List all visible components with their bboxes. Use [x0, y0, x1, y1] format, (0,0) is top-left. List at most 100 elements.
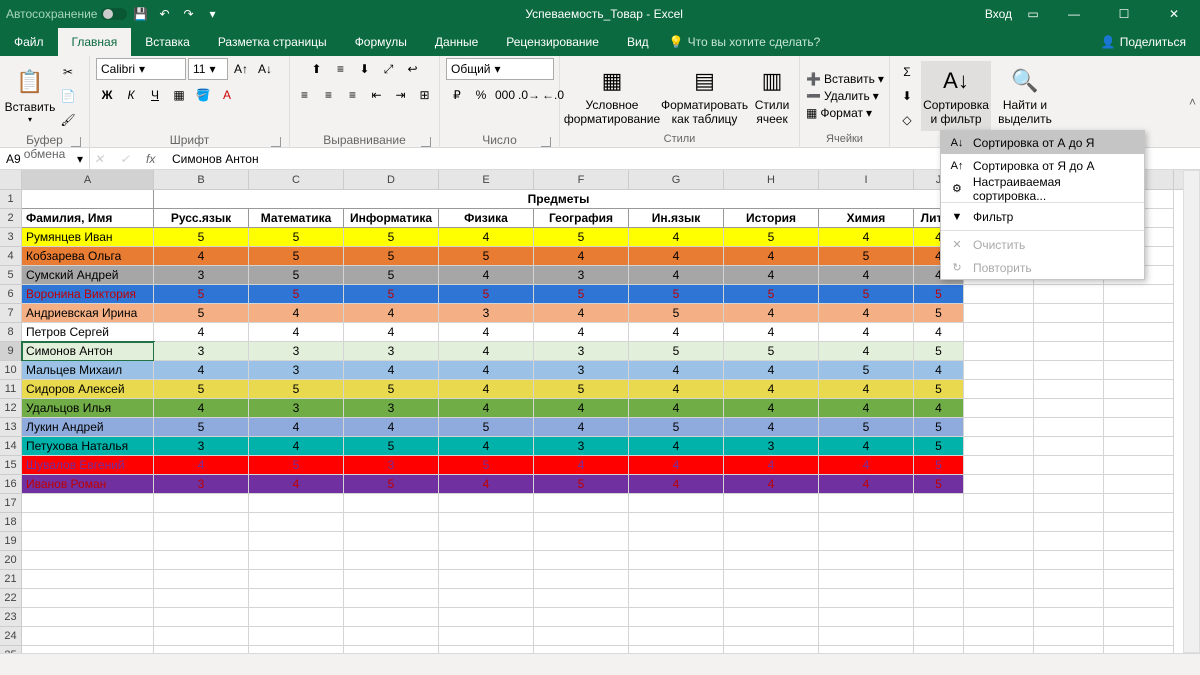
- empty-cell[interactable]: [344, 627, 439, 646]
- empty-cell[interactable]: [1034, 570, 1104, 589]
- data-cell[interactable]: 5: [439, 456, 534, 475]
- empty-cell[interactable]: [1034, 475, 1104, 494]
- empty-cell[interactable]: [344, 532, 439, 551]
- empty-cell[interactable]: [1034, 456, 1104, 475]
- empty-cell[interactable]: [819, 589, 914, 608]
- comma-icon[interactable]: 000: [494, 84, 516, 106]
- empty-cell[interactable]: [964, 380, 1034, 399]
- empty-cell[interactable]: [1104, 513, 1174, 532]
- empty-cell[interactable]: [724, 627, 819, 646]
- data-cell[interactable]: 5: [914, 380, 964, 399]
- empty-cell[interactable]: [629, 494, 724, 513]
- maximize-icon[interactable]: ☐: [1104, 0, 1144, 28]
- data-cell[interactable]: 4: [629, 266, 724, 285]
- empty-cell[interactable]: [1104, 589, 1174, 608]
- empty-cell[interactable]: [154, 627, 249, 646]
- menu-sort-az[interactable]: A↓Сортировка от А до Я: [941, 131, 1144, 154]
- tab-layout[interactable]: Разметка страницы: [204, 28, 341, 56]
- empty-cell[interactable]: [439, 589, 534, 608]
- empty-cell[interactable]: [724, 589, 819, 608]
- empty-cell[interactable]: [629, 532, 724, 551]
- data-cell[interactable]: Сидоров Алексей: [22, 380, 154, 399]
- empty-cell[interactable]: [1034, 361, 1104, 380]
- data-cell[interactable]: 4: [819, 304, 914, 323]
- data-cell[interactable]: 4: [819, 266, 914, 285]
- data-cell[interactable]: 5: [819, 418, 914, 437]
- data-cell[interactable]: Лукин Андрей: [22, 418, 154, 437]
- data-cell[interactable]: 5: [914, 418, 964, 437]
- row-header[interactable]: 5: [0, 266, 22, 285]
- data-cell[interactable]: 4: [629, 361, 724, 380]
- fill-icon[interactable]: ⬇: [896, 85, 918, 107]
- data-cell[interactable]: 4: [914, 399, 964, 418]
- empty-cell[interactable]: [914, 589, 964, 608]
- col-header[interactable]: B: [154, 170, 249, 189]
- row-header[interactable]: 15: [0, 456, 22, 475]
- empty-cell[interactable]: [439, 627, 534, 646]
- header-cell[interactable]: Ин.язык: [629, 209, 724, 228]
- empty-cell[interactable]: [724, 608, 819, 627]
- data-cell[interactable]: 4: [629, 456, 724, 475]
- save-icon[interactable]: 💾: [129, 3, 151, 25]
- tell-me[interactable]: 💡Что вы хотите сделать?: [669, 35, 821, 49]
- data-cell[interactable]: 5: [154, 285, 249, 304]
- empty-cell[interactable]: [724, 570, 819, 589]
- align-middle-icon[interactable]: ≡: [330, 58, 352, 80]
- wrap-text-icon[interactable]: ↩: [402, 58, 424, 80]
- data-cell[interactable]: 4: [439, 361, 534, 380]
- empty-cell[interactable]: [439, 532, 534, 551]
- dialog-launcher-icon[interactable]: [541, 137, 551, 147]
- data-cell[interactable]: 4: [819, 228, 914, 247]
- empty-cell[interactable]: [154, 570, 249, 589]
- data-cell[interactable]: 5: [344, 437, 439, 456]
- empty-cell[interactable]: [1104, 627, 1174, 646]
- underline-icon[interactable]: Ч: [144, 84, 166, 106]
- row-header[interactable]: 18: [0, 513, 22, 532]
- row-header[interactable]: 3: [0, 228, 22, 247]
- empty-cell[interactable]: [1104, 646, 1174, 653]
- empty-cell[interactable]: [1104, 494, 1174, 513]
- data-cell[interactable]: 3: [534, 342, 629, 361]
- data-cell[interactable]: Андриевская Ирина: [22, 304, 154, 323]
- empty-cell[interactable]: [439, 570, 534, 589]
- empty-cell[interactable]: [22, 589, 154, 608]
- dialog-launcher-icon[interactable]: [421, 137, 431, 147]
- empty-cell[interactable]: [964, 285, 1034, 304]
- data-cell[interactable]: Шувалов Евгений: [22, 456, 154, 475]
- data-cell[interactable]: 4: [534, 304, 629, 323]
- empty-cell[interactable]: [1104, 475, 1174, 494]
- empty-cell[interactable]: [534, 513, 629, 532]
- empty-cell[interactable]: [249, 551, 344, 570]
- empty-cell[interactable]: [629, 646, 724, 653]
- data-cell[interactable]: 4: [724, 323, 819, 342]
- empty-cell[interactable]: [819, 494, 914, 513]
- data-cell[interactable]: 4: [819, 380, 914, 399]
- row-header[interactable]: 8: [0, 323, 22, 342]
- empty-cell[interactable]: [22, 627, 154, 646]
- format-as-table-button[interactable]: ▤Форматировать как таблицу: [661, 61, 748, 131]
- data-cell[interactable]: 4: [724, 475, 819, 494]
- merged-header[interactable]: Предметы: [154, 190, 964, 209]
- row-header[interactable]: 24: [0, 627, 22, 646]
- col-header[interactable]: E: [439, 170, 534, 189]
- data-cell[interactable]: 4: [439, 228, 534, 247]
- empty-cell[interactable]: [724, 646, 819, 653]
- empty-cell[interactable]: [1034, 589, 1104, 608]
- data-cell[interactable]: Петров Сергей: [22, 323, 154, 342]
- empty-cell[interactable]: [724, 513, 819, 532]
- empty-cell[interactable]: [344, 589, 439, 608]
- data-cell[interactable]: 4: [629, 475, 724, 494]
- data-cell[interactable]: 4: [724, 304, 819, 323]
- data-cell[interactable]: 3: [344, 456, 439, 475]
- empty-cell[interactable]: [1104, 570, 1174, 589]
- data-cell[interactable]: 4: [439, 323, 534, 342]
- header-cell[interactable]: История: [724, 209, 819, 228]
- format-cells-button[interactable]: ▦Формат▾: [806, 106, 884, 120]
- data-cell[interactable]: Иванов Роман: [22, 475, 154, 494]
- data-cell[interactable]: 4: [819, 399, 914, 418]
- empty-cell[interactable]: [819, 513, 914, 532]
- row-header[interactable]: 11: [0, 380, 22, 399]
- decrease-indent-icon[interactable]: ⇤: [366, 84, 388, 106]
- empty-cell[interactable]: [1104, 361, 1174, 380]
- data-cell[interactable]: 4: [344, 361, 439, 380]
